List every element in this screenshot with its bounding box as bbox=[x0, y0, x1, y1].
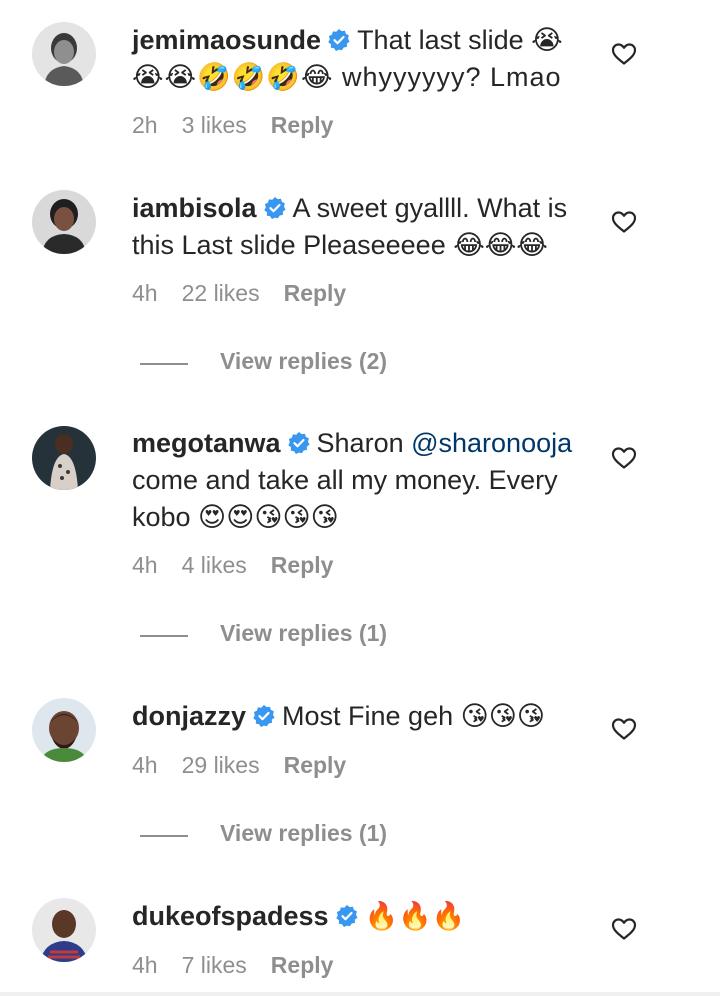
comment-time: 2h bbox=[132, 112, 158, 138]
comment-text: iambisola A sweet gyallll. What is this L… bbox=[132, 190, 592, 264]
avatar[interactable] bbox=[32, 190, 96, 254]
view-replies-label[interactable]: View replies (2) bbox=[220, 348, 387, 375]
verified-badge-icon bbox=[287, 432, 310, 454]
comment-message: That last slide 😭 bbox=[357, 25, 563, 55]
comment-meta: 2h 3 likes Reply bbox=[132, 112, 357, 139]
heart-outline-icon bbox=[611, 211, 637, 233]
view-replies-label[interactable]: View replies (1) bbox=[220, 620, 387, 647]
heart-outline-icon bbox=[611, 447, 637, 469]
comment-text: megotanwa Sharon @sharonooja come and tak… bbox=[132, 425, 592, 536]
comment-body: iambisola A sweet gyallll. What is this L… bbox=[132, 190, 592, 264]
username[interactable]: dukeofspadess bbox=[132, 901, 329, 931]
avatar[interactable] bbox=[32, 698, 96, 762]
verified-badge-icon bbox=[328, 29, 350, 51]
heart-outline-icon bbox=[611, 43, 637, 65]
like-button[interactable] bbox=[611, 717, 637, 741]
bottom-divider bbox=[0, 992, 720, 996]
comment-time: 4h bbox=[132, 952, 158, 978]
likes-count[interactable]: 4 likes bbox=[182, 552, 247, 578]
comment-body: jemimaosunde That last slide 😭 😭😭🤣🤣🤣😂 whyy… bbox=[132, 22, 592, 96]
comment-text: donjazzy Most Fine geh 😘😘😘 bbox=[132, 698, 592, 735]
avatar[interactable] bbox=[32, 22, 96, 86]
comment-message: 🔥🔥🔥 bbox=[364, 901, 466, 931]
username[interactable]: megotanwa bbox=[132, 428, 281, 458]
view-replies-label[interactable]: View replies (1) bbox=[220, 820, 387, 847]
like-button[interactable] bbox=[611, 446, 637, 470]
avatar[interactable] bbox=[32, 898, 96, 962]
like-button[interactable] bbox=[611, 42, 637, 66]
like-button[interactable] bbox=[611, 917, 637, 941]
username[interactable]: donjazzy bbox=[132, 701, 246, 731]
replies-divider-line bbox=[140, 835, 188, 837]
heart-outline-icon bbox=[611, 918, 637, 940]
username[interactable]: jemimaosunde bbox=[132, 25, 321, 55]
comment-meta: 4h 22 likes Reply bbox=[132, 280, 370, 307]
heart-outline-icon bbox=[611, 718, 637, 740]
comment-time: 4h bbox=[132, 280, 158, 306]
comment-time: 4h bbox=[132, 752, 158, 778]
reply-button[interactable]: Reply bbox=[271, 552, 334, 578]
likes-count[interactable]: 29 likes bbox=[182, 752, 260, 778]
likes-count[interactable]: 22 likes bbox=[182, 280, 260, 306]
comment-meta: 4h 29 likes Reply bbox=[132, 752, 370, 779]
comment-body: dukeofspadess 🔥🔥🔥 bbox=[132, 898, 592, 935]
comment-message-continued: 😭😭🤣🤣🤣😂 whyyyyyy? Lmao bbox=[132, 62, 562, 92]
replies-divider-line bbox=[140, 635, 188, 637]
comment-message: come and take all my money. Every kobo 😍… bbox=[132, 465, 558, 532]
replies-divider-line bbox=[140, 363, 188, 365]
verified-badge-icon bbox=[335, 905, 358, 927]
comment-message: Most Fine geh 😘😘😘 bbox=[282, 701, 546, 731]
reply-button[interactable]: Reply bbox=[271, 112, 334, 138]
reply-button[interactable]: Reply bbox=[284, 752, 347, 778]
comment-time: 4h bbox=[132, 552, 158, 578]
comment-text: jemimaosunde That last slide 😭 😭😭🤣🤣🤣😂 whyy… bbox=[132, 22, 592, 96]
reply-button[interactable]: Reply bbox=[284, 280, 347, 306]
verified-badge-icon bbox=[263, 197, 286, 219]
comment-meta: 4h 4 likes Reply bbox=[132, 552, 357, 579]
comment-body: donjazzy Most Fine geh 😘😘😘 bbox=[132, 698, 592, 735]
like-button[interactable] bbox=[611, 210, 637, 234]
likes-count[interactable]: 7 likes bbox=[182, 952, 247, 978]
reply-button[interactable]: Reply bbox=[271, 952, 334, 978]
likes-count[interactable]: 3 likes bbox=[182, 112, 247, 138]
comment-body: megotanwa Sharon @sharonooja come and tak… bbox=[132, 425, 592, 536]
comment-text: dukeofspadess 🔥🔥🔥 bbox=[132, 898, 592, 935]
mention-link[interactable]: @sharonooja bbox=[411, 428, 572, 458]
comment-message-prefix: Sharon bbox=[316, 428, 412, 458]
verified-badge-icon bbox=[253, 705, 275, 727]
avatar[interactable] bbox=[32, 426, 96, 490]
comment-meta: 4h 7 likes Reply bbox=[132, 952, 357, 979]
username[interactable]: iambisola bbox=[132, 193, 257, 223]
comments-list: jemimaosunde That last slide 😭 😭😭🤣🤣🤣😂 whyy… bbox=[0, 0, 720, 996]
